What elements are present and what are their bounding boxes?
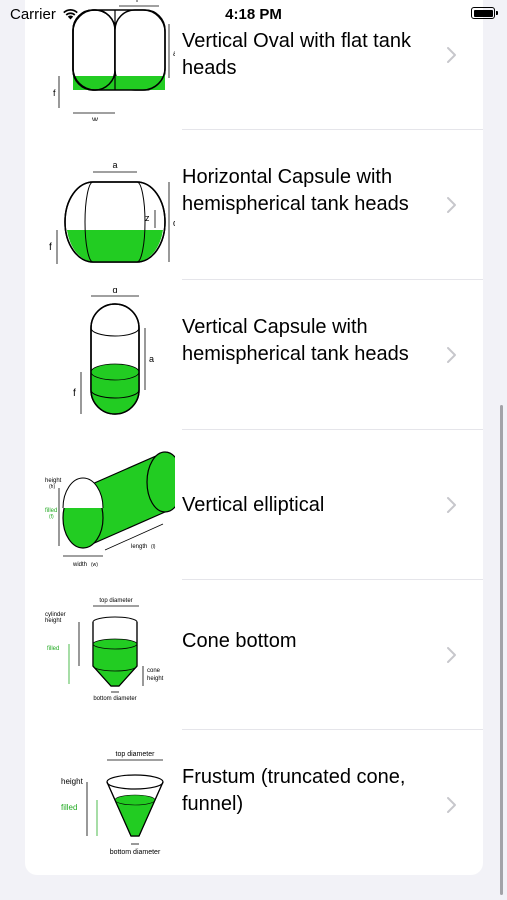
vertical-capsule-tank-icon: d a f bbox=[73, 288, 154, 415]
tank-type-list: l a h f w Vertical Oval with flat tank h… bbox=[25, 0, 483, 875]
battery-icon bbox=[471, 7, 498, 19]
chevron-right-icon bbox=[447, 647, 456, 663]
svg-text:f: f bbox=[73, 388, 76, 399]
svg-text:a: a bbox=[149, 354, 154, 364]
list-item-label: Frustum (truncated cone, funnel) bbox=[182, 766, 406, 815]
list-item-label: Vertical elliptical bbox=[182, 494, 325, 516]
list-item-frustum[interactable]: top diameter height filled bottom diamet… bbox=[25, 730, 483, 875]
svg-text:(l): (l) bbox=[151, 544, 156, 550]
list-item-label: Cone bottom bbox=[182, 630, 297, 652]
chevron-right-icon bbox=[447, 797, 456, 813]
svg-text:w: w bbox=[91, 115, 98, 121]
chevron-right-icon bbox=[447, 497, 456, 513]
list-item-horizontal-capsule[interactable]: a z d f Horizontal Capsule with hemisphe… bbox=[25, 130, 483, 279]
svg-text:(h): (h) bbox=[49, 484, 55, 490]
list-item-cone-bottom[interactable]: top diameter cylinder height filled cone… bbox=[25, 580, 483, 729]
svg-text:z: z bbox=[145, 213, 150, 223]
list-item-label: Horizontal Capsule with hemispherical ta… bbox=[182, 166, 409, 215]
list-item-vertical-capsule[interactable]: d a f Vertical Capsule with hemispherica… bbox=[25, 280, 483, 429]
svg-text:(f): (f) bbox=[49, 514, 54, 520]
svg-text:d: d bbox=[112, 288, 117, 295]
svg-text:d: d bbox=[173, 218, 175, 228]
horizontal-capsule-tank-icon: a z d f bbox=[49, 160, 175, 264]
svg-text:f: f bbox=[53, 88, 56, 98]
chevron-right-icon bbox=[447, 197, 456, 213]
svg-text:a: a bbox=[173, 49, 175, 58]
list-item-vertical-elliptical[interactable]: height (h) filled (f) length (l) width (… bbox=[25, 430, 483, 579]
svg-text:width: width bbox=[72, 562, 87, 568]
svg-text:(w): (w) bbox=[91, 562, 98, 568]
svg-text:height: height bbox=[147, 676, 164, 682]
list-item-label: Vertical Oval with flat tank heads bbox=[182, 30, 411, 79]
list-item-label: Vertical Capsule with hemispherical tank… bbox=[182, 316, 409, 365]
svg-text:height: height bbox=[45, 618, 62, 624]
cone-bottom-tank-icon: top diameter cylinder height filled cone… bbox=[45, 598, 164, 702]
svg-text:top diameter: top diameter bbox=[99, 598, 132, 604]
svg-text:bottom diameter: bottom diameter bbox=[93, 696, 136, 702]
svg-text:bottom diameter: bottom diameter bbox=[110, 849, 161, 856]
svg-text:f: f bbox=[49, 242, 52, 253]
frustum-tank-icon: top diameter height filled bottom diamet… bbox=[61, 751, 164, 856]
chevron-right-icon bbox=[447, 47, 456, 63]
status-time: 4:18 PM bbox=[225, 6, 282, 23]
vertical-elliptical-tank-icon: height (h) filled (f) length (l) width (… bbox=[45, 451, 175, 568]
svg-text:filled: filled bbox=[47, 646, 59, 652]
chevron-right-icon bbox=[447, 347, 456, 363]
scroll-indicator[interactable] bbox=[500, 405, 503, 895]
svg-text:a: a bbox=[112, 160, 117, 170]
status-bar: Carrier 4:18 PM bbox=[0, 0, 507, 28]
svg-text:top diameter: top diameter bbox=[116, 751, 156, 758]
svg-text:cone: cone bbox=[147, 668, 161, 674]
svg-text:filled: filled bbox=[61, 803, 77, 812]
svg-text:length: length bbox=[131, 544, 147, 550]
svg-text:height: height bbox=[61, 777, 84, 786]
